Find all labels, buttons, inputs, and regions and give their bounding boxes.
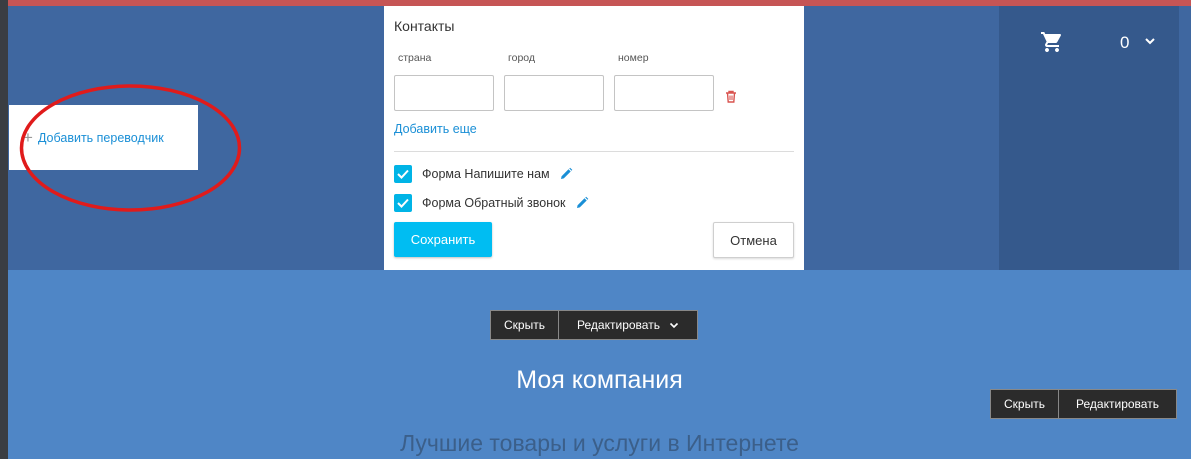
hide-block-label: Скрыть: [1004, 397, 1045, 411]
contacts-panel: Контакты страна город номер Добавить еще…: [384, 6, 804, 270]
company-slogan: Лучшие товары и услуги в Интернете: [400, 430, 799, 456]
side-controls: Скрыть Редактировать: [990, 389, 1177, 419]
cart-count[interactable]: 0: [1120, 33, 1129, 53]
edit-block-button[interactable]: Редактировать: [1059, 389, 1177, 419]
city-label: город: [508, 52, 536, 64]
add-translator-label: Добавить переводчик: [37, 130, 164, 145]
divider: [394, 151, 794, 152]
country-label: страна: [398, 52, 432, 64]
form-callback-row: Форма Обратный звонок: [394, 193, 589, 213]
form-write-us-label: Форма Напишите нам: [422, 167, 550, 181]
hide-section-label: Скрыть: [504, 318, 545, 332]
edit-block-label: Редактировать: [1076, 397, 1159, 411]
form-write-us-row: Форма Напишите нам: [394, 164, 573, 184]
edit-section-label: Редактировать: [577, 318, 660, 332]
cancel-button[interactable]: Отмена: [713, 222, 794, 258]
edit-section-button[interactable]: Редактировать: [559, 310, 698, 340]
hide-block-button[interactable]: Скрыть: [990, 389, 1059, 419]
cart-icon[interactable]: [1040, 30, 1064, 54]
pencil-icon[interactable]: [575, 196, 589, 210]
city-input[interactable]: [504, 75, 604, 111]
save-button[interactable]: Сохранить: [394, 222, 492, 257]
trash-icon[interactable]: [725, 90, 737, 103]
checkmark-icon: [397, 198, 409, 208]
add-more-link[interactable]: Добавить еще: [394, 122, 477, 136]
form-callback-checkbox[interactable]: [394, 194, 412, 212]
chevron-down-icon[interactable]: [1144, 36, 1156, 46]
country-input[interactable]: [394, 75, 494, 111]
chevron-down-icon: [669, 322, 679, 328]
checkmark-icon: [397, 169, 409, 179]
number-label: номер: [618, 52, 649, 64]
add-translator-button[interactable]: + Добавить переводчик: [9, 105, 198, 170]
contacts-title: Контакты: [394, 18, 455, 34]
hide-section-button[interactable]: Скрыть: [490, 310, 559, 340]
section-controls: Скрыть Редактировать: [490, 310, 698, 340]
number-input[interactable]: [614, 75, 714, 111]
form-write-us-checkbox[interactable]: [394, 165, 412, 183]
plus-icon: +: [23, 128, 33, 147]
form-callback-label: Форма Обратный звонок: [422, 196, 566, 210]
pencil-icon[interactable]: [559, 167, 573, 181]
